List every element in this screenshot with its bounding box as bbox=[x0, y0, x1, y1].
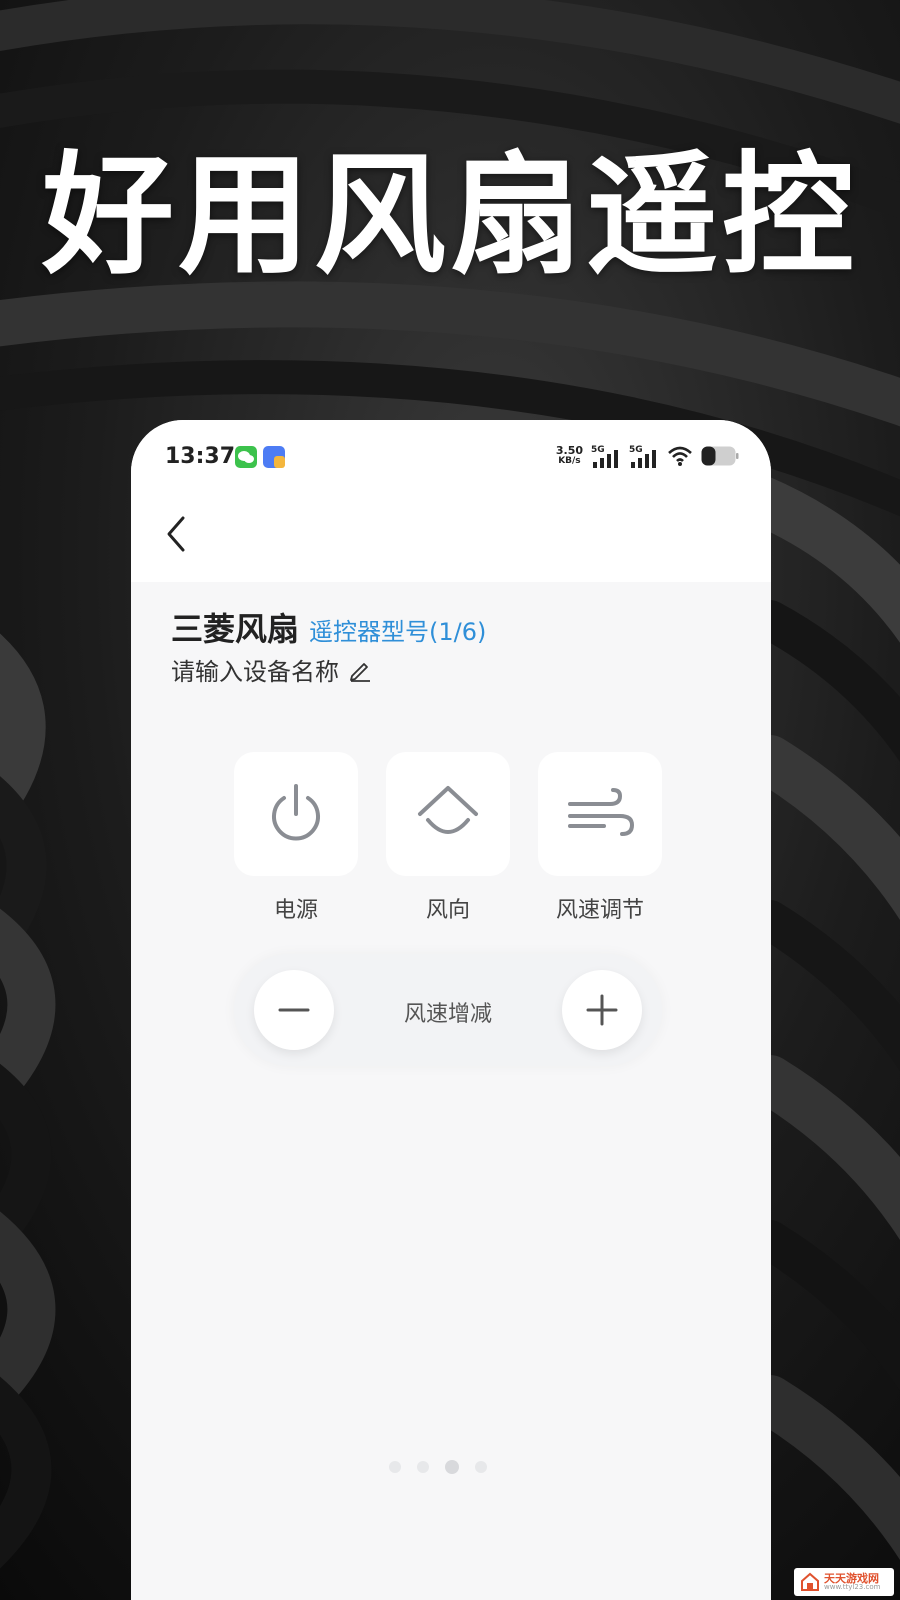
promo-headline: 好用风扇遥控 bbox=[42, 139, 858, 293]
rename-placeholder: 请输入设备名称 bbox=[171, 658, 339, 686]
page-dot[interactable] bbox=[389, 1461, 401, 1473]
rename-device-field[interactable]: 请输入设备名称 bbox=[171, 652, 373, 687]
watermark-logo-icon bbox=[801, 1572, 819, 1591]
power-label: 电源 bbox=[273, 898, 318, 923]
power-control[interactable]: 电源 bbox=[234, 752, 358, 924]
site-watermark: 天天游戏网 www.ttyl23.com bbox=[794, 1568, 894, 1596]
pencil-icon[interactable] bbox=[347, 657, 373, 683]
page-dot-active[interactable] bbox=[445, 1460, 459, 1474]
status-icons: 3.50 KB/s 5G 5G bbox=[556, 442, 739, 470]
sim2-label: 5G bbox=[629, 445, 643, 455]
watermark-url: www.ttyl23.com bbox=[824, 1583, 881, 1591]
status-time: 13:37 bbox=[165, 444, 236, 469]
speed-increase-button[interactable] bbox=[562, 970, 642, 1050]
signal-icon: 5G bbox=[629, 445, 656, 468]
wind-speed-control[interactable]: 风速调节 bbox=[538, 752, 662, 924]
wind-direction-control[interactable]: 风向 bbox=[386, 752, 510, 924]
wifi-icon bbox=[668, 446, 692, 466]
page-indicator bbox=[389, 1460, 487, 1474]
page-dot[interactable] bbox=[475, 1461, 487, 1473]
net-speed-unit: KB/s bbox=[558, 456, 581, 466]
power-button[interactable] bbox=[234, 752, 358, 876]
wind-speed-label: 风速调节 bbox=[555, 898, 644, 923]
device-title: 三菱风扇 遥控器型号(1/6) bbox=[171, 604, 486, 650]
page-dot[interactable] bbox=[417, 1461, 429, 1473]
speed-adjust-panel: 风速增减 bbox=[234, 954, 662, 1066]
signal-icon: 5G bbox=[591, 445, 618, 468]
net-speed: 3.50 KB/s bbox=[556, 445, 583, 467]
plus-icon bbox=[586, 994, 618, 1026]
chevron-left-icon[interactable] bbox=[161, 512, 193, 556]
wind-direction-label: 风向 bbox=[425, 898, 470, 923]
phone-screen: 13:37 3.50 KB/s 5G 5G 三菱风扇 遥控器型号(1/6) 请输… bbox=[131, 420, 771, 1600]
battery-icon bbox=[701, 446, 739, 466]
wind-speed-icon bbox=[568, 788, 635, 836]
wind-direction-button[interactable] bbox=[386, 752, 510, 876]
wind-direction-icon bbox=[418, 786, 478, 834]
watermark-text: 天天游戏网 www.ttyl23.com bbox=[824, 1573, 880, 1591]
remote-model-link[interactable]: 遥控器型号(1/6) bbox=[309, 612, 486, 647]
net-speed-value: 3.50 bbox=[555, 444, 583, 457]
app-icon bbox=[263, 446, 285, 468]
control-buttons: 电源 风向 风速调节 bbox=[234, 752, 662, 924]
sim1-label: 5G bbox=[591, 445, 605, 455]
wind-speed-button[interactable] bbox=[538, 752, 662, 876]
power-icon bbox=[272, 784, 320, 841]
status-bar: 13:37 3.50 KB/s 5G 5G bbox=[131, 420, 771, 490]
nav-bar bbox=[131, 490, 771, 582]
wechat-icon bbox=[235, 446, 257, 468]
device-name: 三菱风扇 bbox=[171, 610, 300, 648]
